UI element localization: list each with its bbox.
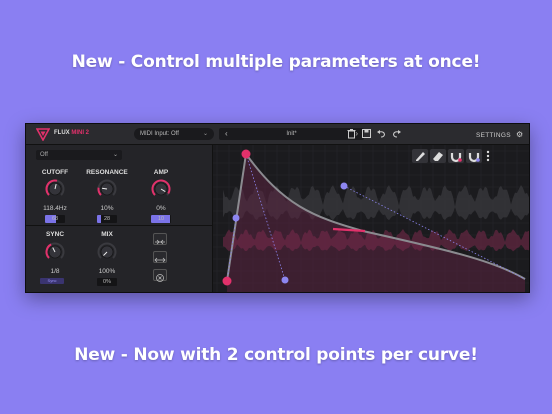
cutoff-knob[interactable]: [45, 179, 65, 199]
brand-main: FLUX: [54, 130, 70, 136]
bezier-handle-2[interactable]: [281, 276, 289, 284]
expand-button[interactable]: [153, 251, 167, 263]
resonance-value-box[interactable]: 28: [97, 215, 117, 223]
chevron-down-icon: ⌄: [202, 131, 208, 137]
control-point-peak[interactable]: [241, 149, 251, 159]
compress-button[interactable]: [153, 233, 167, 245]
midi-input-select[interactable]: MIDI Input: Off ⌄: [134, 128, 214, 140]
bezier-handle-1[interactable]: [232, 214, 240, 222]
expand-icon: [154, 257, 166, 263]
cutoff-label: CUTOFF: [41, 169, 69, 176]
preset-name[interactable]: Init*: [219, 128, 364, 140]
redo-icon[interactable]: [391, 128, 402, 139]
bezier-handle-3[interactable]: [340, 182, 348, 190]
resonance-label: RESONANCE: [86, 169, 128, 176]
reset-button[interactable]: [153, 269, 167, 282]
cutoff-value: 118.4Hz: [43, 205, 67, 212]
mix-label: MIX: [101, 231, 113, 238]
amp-box-text: 10: [157, 216, 165, 222]
mix-box-text: 0%: [103, 279, 111, 285]
resonance-value: 10%: [100, 205, 114, 212]
pencil-icon: [416, 152, 425, 161]
close-circle-icon: [156, 274, 164, 282]
sync-knob[interactable]: [45, 242, 65, 262]
mix-value-box[interactable]: 0%: [97, 278, 117, 286]
cutoff-value-box[interactable]: 68: [45, 215, 65, 223]
more-icon: [486, 150, 490, 162]
sync-label: SYNC: [45, 231, 65, 238]
plugin-window: FLUX MINI 2 MIDI Input: Off ⌄ ‹ Init* ›: [25, 123, 530, 293]
settings-button[interactable]: SETTINGS ⚙: [476, 130, 524, 139]
trash-icon[interactable]: [346, 128, 357, 139]
magnet-icon: [450, 153, 462, 163]
eraser-button[interactable]: [430, 149, 446, 163]
resonance-knob[interactable]: [97, 179, 117, 199]
eraser-icon: [433, 152, 443, 161]
flux-logo-icon: [36, 128, 50, 141]
brand-name: FLUX MINI 2: [54, 130, 89, 136]
chevron-down-icon: ⌄: [112, 152, 118, 158]
left-panel: Off ⌄ CUTOFF 118.4Hz 68 RESONANCE 10% 28…: [26, 145, 213, 292]
amp-value-box[interactable]: 10: [151, 215, 171, 223]
save-icon[interactable]: [361, 128, 372, 139]
amp-knob[interactable]: [151, 179, 171, 199]
amp-value: 0%: [156, 205, 166, 212]
compress-icon: [155, 239, 165, 245]
mode-label: Off: [40, 152, 48, 158]
headline-top: New - Control multiple parameters at onc…: [71, 52, 481, 72]
snap-button[interactable]: [448, 149, 464, 163]
editor-toolbar: [410, 149, 492, 167]
curve-canvas[interactable]: [213, 145, 529, 292]
preset-bar: ‹ Init* ›: [219, 128, 364, 140]
mode-select[interactable]: Off ⌄: [36, 150, 122, 160]
magnet-button[interactable]: [466, 149, 482, 163]
resonance-box-text: 28: [103, 216, 111, 222]
sync-value: 1/8: [50, 268, 60, 275]
magnet-alt-icon: [468, 153, 480, 163]
brand-accent: MINI 2: [71, 130, 90, 136]
mix-value: 100%: [98, 268, 116, 275]
panel-divider: [26, 225, 212, 226]
mix-knob[interactable]: [97, 242, 117, 262]
pencil-button[interactable]: [412, 149, 428, 163]
headline-bottom: New - Now with 2 control points per curv…: [74, 345, 478, 365]
settings-label: SETTINGS: [476, 132, 511, 139]
curve-editor[interactable]: [213, 145, 529, 292]
sync-mode-button[interactable]: Sync: [40, 278, 64, 284]
control-point-start[interactable]: [222, 276, 232, 286]
more-button[interactable]: [484, 149, 492, 163]
gear-icon: ⚙: [516, 130, 524, 139]
undo-icon[interactable]: [376, 128, 387, 139]
cutoff-box-text: 68: [51, 216, 59, 222]
top-bar: FLUX MINI 2 MIDI Input: Off ⌄ ‹ Init* ›: [26, 124, 529, 145]
midi-input-label: MIDI Input: Off: [140, 131, 179, 137]
amp-label: AMP: [153, 169, 169, 176]
